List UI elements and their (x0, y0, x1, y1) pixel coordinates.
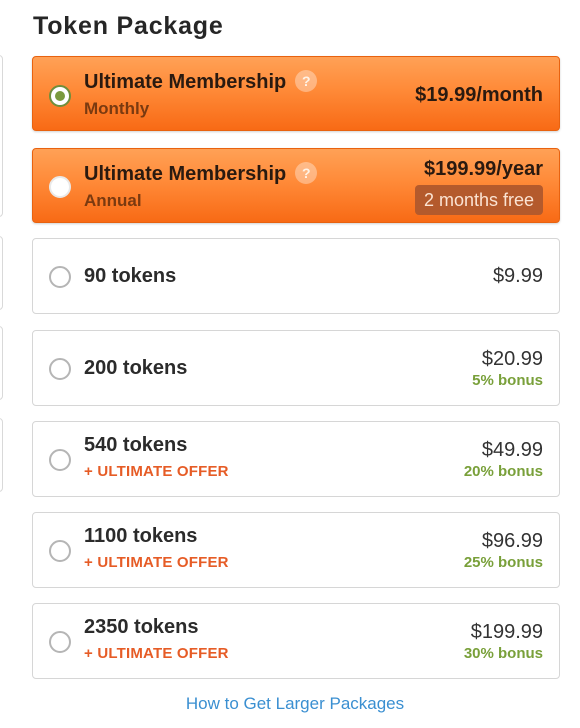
package-name: 2350 tokens (84, 616, 199, 638)
token-package-option[interactable]: 200 tokens $20.99 5% bonus (32, 330, 560, 406)
membership-name: Ultimate Membership? (84, 70, 318, 94)
package-price: $20.99 (481, 348, 543, 370)
package-price: $199.99 (470, 621, 543, 643)
radio-button[interactable] (49, 540, 71, 562)
free-months-badge: 2 months free (414, 185, 543, 215)
token-package-option[interactable]: 90 tokens $9.99 (32, 238, 560, 314)
radio-button[interactable] (49, 631, 71, 653)
page-title: Token Package (33, 12, 224, 40)
left-panel-edge (0, 55, 3, 217)
package-price: $49.99 (481, 439, 543, 461)
help-icon[interactable]: ? (295, 162, 318, 184)
membership-period: Monthly (84, 99, 150, 118)
package-name: 200 tokens (84, 357, 188, 379)
package-name: 540 tokens (84, 434, 188, 456)
left-panel-edge (0, 326, 3, 400)
ultimate-offer-label: + ULTIMATE OFFER (84, 645, 229, 662)
radio-button[interactable] (49, 266, 71, 288)
bonus-label: 30% bonus (463, 645, 543, 662)
membership-price: $19.99/month (415, 84, 543, 106)
ultimate-offer-label: + ULTIMATE OFFER (84, 554, 229, 571)
token-package-option[interactable]: 540 tokens + ULTIMATE OFFER $49.99 20% b… (32, 421, 560, 497)
package-name: 90 tokens (84, 265, 177, 287)
bonus-label: 20% bonus (463, 463, 543, 480)
token-package-page: Token Package Ultimate Membership? Month… (0, 0, 580, 728)
membership-name: Ultimate Membership? (84, 162, 318, 186)
ultimate-offer-label: + ULTIMATE OFFER (84, 463, 229, 480)
bonus-label: 25% bonus (463, 554, 543, 571)
left-panel-edge (0, 418, 3, 492)
left-panel-edge (0, 236, 3, 310)
membership-price: $199.99/year (423, 158, 543, 180)
radio-button[interactable] (49, 449, 71, 471)
membership-option-monthly[interactable]: Ultimate Membership? Monthly $19.99/mont… (32, 56, 560, 131)
bonus-label: 5% bonus (472, 372, 543, 389)
package-price: $9.99 (492, 265, 543, 287)
larger-packages-link[interactable]: How to Get Larger Packages (0, 694, 580, 714)
radio-button-selected[interactable] (49, 85, 71, 107)
membership-period: Annual (84, 191, 142, 210)
help-icon[interactable]: ? (295, 70, 318, 92)
membership-option-annual[interactable]: Ultimate Membership? Annual $199.99/year… (32, 148, 560, 223)
token-package-option[interactable]: 2350 tokens + ULTIMATE OFFER $199.99 30%… (32, 603, 560, 679)
package-price: $96.99 (481, 530, 543, 552)
token-package-option[interactable]: 1100 tokens + ULTIMATE OFFER $96.99 25% … (32, 512, 560, 588)
package-name: 1100 tokens (84, 525, 198, 547)
radio-button[interactable] (49, 176, 71, 198)
radio-button[interactable] (49, 358, 71, 380)
